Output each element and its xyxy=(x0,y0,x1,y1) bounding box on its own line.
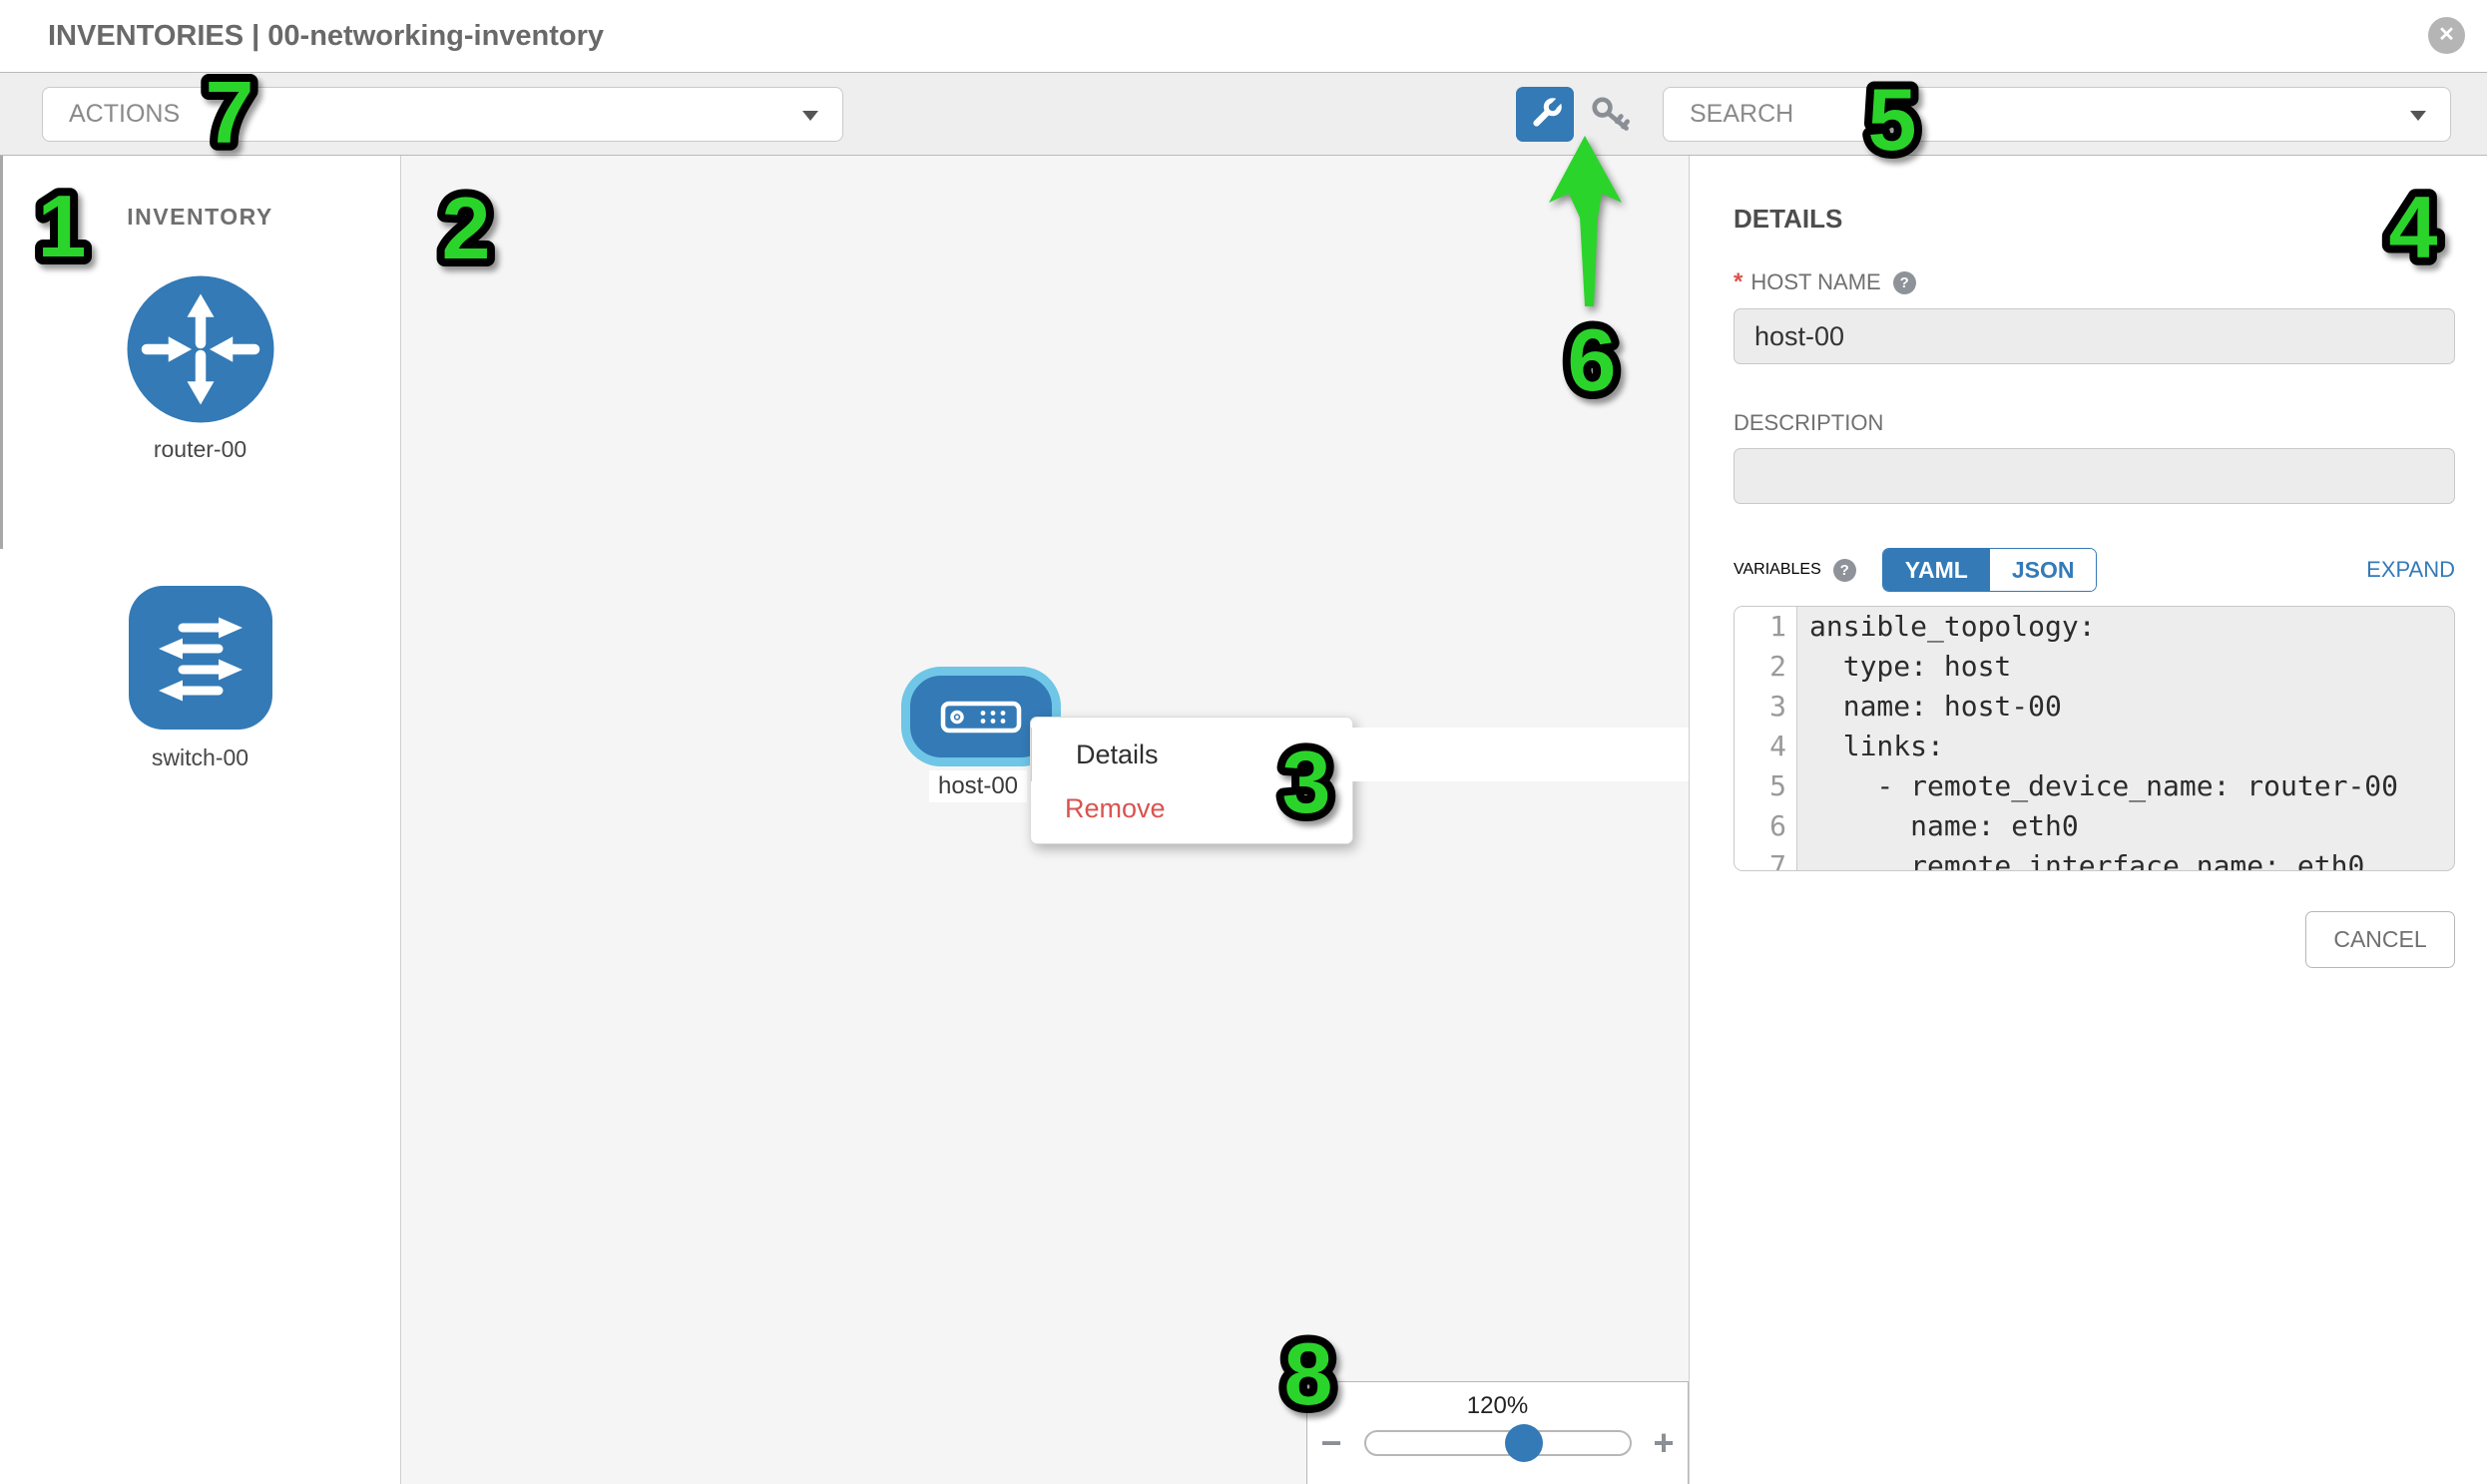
cancel-button[interactable]: CANCEL xyxy=(2305,911,2455,968)
variables-code-editor[interactable]: 1 ansible_topology: 2 type: host 3 name:… xyxy=(1734,606,2455,871)
line-number: 6 xyxy=(1735,806,1797,846)
code-line: 4 links: xyxy=(1735,727,2454,766)
zoom-in-button[interactable]: + xyxy=(1654,1428,1675,1458)
description-field[interactable] xyxy=(1734,448,2455,504)
format-toggle-json[interactable]: JSON xyxy=(1990,549,2097,591)
code-text: type: host xyxy=(1797,647,2454,687)
line-number: 3 xyxy=(1735,687,1797,727)
key-icon xyxy=(1589,95,1637,137)
help-icon[interactable]: ? xyxy=(1893,271,1916,294)
page-header: INVENTORIES | 00-networking-inventory ✕ xyxy=(0,0,2487,72)
code-line: 1 ansible_topology: xyxy=(1735,607,2454,647)
node-context-menu: Details Remove xyxy=(1030,717,1353,844)
line-number: 2 xyxy=(1735,647,1797,687)
wrench-icon xyxy=(1525,95,1565,135)
code-text: name: host-00 xyxy=(1797,687,2454,727)
context-menu-item-remove[interactable]: Remove xyxy=(1031,781,1352,835)
code-text: ansible_topology: xyxy=(1797,607,2454,647)
code-line: 5 - remote_device_name: router-00 xyxy=(1735,766,2454,806)
actions-dropdown[interactable]: ACTIONS xyxy=(42,87,843,142)
palette-item-label: router-00 xyxy=(0,436,400,463)
server-icon xyxy=(939,697,1023,737)
configure-button[interactable] xyxy=(1516,87,1574,142)
zoom-out-button[interactable]: − xyxy=(1320,1428,1341,1458)
networking-inventory-app: INVENTORIES | 00-networking-inventory ✕ … xyxy=(0,0,2487,1484)
description-label-row: DESCRIPTION xyxy=(1734,410,2455,436)
format-toggle: YAML JSON xyxy=(1882,548,2098,592)
code-line: 7 remote_interface_name: eth0 xyxy=(1735,846,2454,871)
close-icon[interactable]: ✕ xyxy=(2428,17,2465,54)
page-title: INVENTORIES | 00-networking-inventory xyxy=(48,0,604,72)
chevron-down-icon xyxy=(802,111,818,121)
required-marker: * xyxy=(1734,268,1742,296)
help-icon[interactable]: ? xyxy=(1833,559,1856,582)
description-label: DESCRIPTION xyxy=(1734,410,1883,436)
host-node-label: host-00 xyxy=(929,770,1027,802)
palette-item-router[interactable]: router-00 xyxy=(0,274,400,463)
variables-label: VARIABLES xyxy=(1734,561,1821,579)
code-text: remote_interface_name: eth0 xyxy=(1797,846,2454,871)
host-name-label-row: * HOST NAME ? xyxy=(1734,268,2455,296)
switch-icon xyxy=(126,583,275,733)
zoom-level-value: 120% xyxy=(1307,1392,1688,1420)
details-panel: DETAILS * HOST NAME ? DESCRIPTION VARIAB… xyxy=(1689,156,2487,1484)
host-name-label: HOST NAME xyxy=(1750,269,1880,295)
line-number: 5 xyxy=(1735,766,1797,806)
code-text: links: xyxy=(1797,727,2454,766)
topology-canvas[interactable]: host-00 Details Remove 120% − + xyxy=(401,156,1689,1484)
search-dropdown[interactable]: SEARCH xyxy=(1663,87,2451,142)
zoom-slider-thumb[interactable] xyxy=(1505,1424,1543,1462)
details-panel-title: DETAILS xyxy=(1734,204,2455,235)
palette-item-label: switch-00 xyxy=(0,744,400,771)
chevron-down-icon xyxy=(2410,111,2426,121)
left-edge-scroll-line xyxy=(0,156,3,549)
actions-dropdown-label: ACTIONS xyxy=(69,100,180,128)
zoom-slider-track[interactable] xyxy=(1364,1430,1632,1456)
code-line: 2 type: host xyxy=(1735,647,2454,687)
host-name-field[interactable] xyxy=(1734,308,2455,364)
zoom-control-panel: 120% − + xyxy=(1306,1381,1689,1484)
inventory-palette: INVENTORY xyxy=(0,156,401,1484)
code-text: name: eth0 xyxy=(1797,806,2454,846)
variables-header-row: VARIABLES ? YAML JSON EXPAND xyxy=(1734,548,2455,592)
code-text: - remote_device_name: router-00 xyxy=(1797,766,2454,806)
line-number: 4 xyxy=(1735,727,1797,766)
toolbar: ACTIONS SEARCH xyxy=(0,72,2487,156)
format-toggle-yaml[interactable]: YAML xyxy=(1883,549,1990,591)
code-line: 3 name: host-00 xyxy=(1735,687,2454,727)
line-number: 1 xyxy=(1735,607,1797,647)
code-line: 6 name: eth0 xyxy=(1735,806,2454,846)
context-menu-item-details[interactable]: Details xyxy=(1031,728,1689,781)
expand-link[interactable]: EXPAND xyxy=(2366,557,2455,583)
search-dropdown-label: SEARCH xyxy=(1690,100,1793,128)
palette-title: INVENTORY xyxy=(0,204,400,231)
line-number: 7 xyxy=(1735,846,1797,871)
router-icon xyxy=(126,274,275,424)
main-area: INVENTORY xyxy=(0,156,2487,1484)
key-button[interactable] xyxy=(1589,95,1637,137)
palette-item-switch[interactable]: switch-00 xyxy=(0,583,400,771)
